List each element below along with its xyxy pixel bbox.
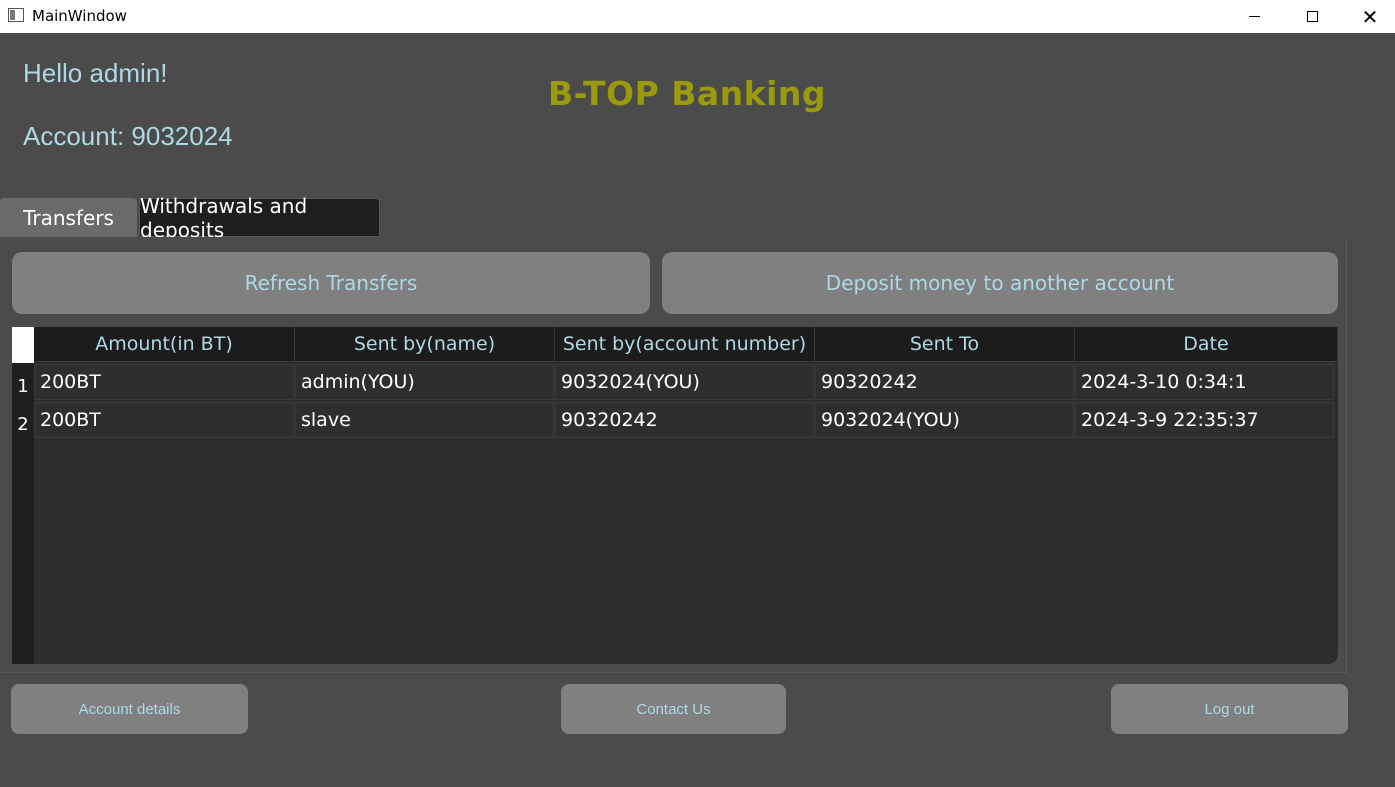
table-cell[interactable]: 2024-3-10 0:34:1 bbox=[1075, 364, 1334, 400]
close-icon: ✕ bbox=[1361, 4, 1379, 29]
table-cell[interactable]: admin(YOU) bbox=[295, 364, 554, 400]
table-corner-button[interactable] bbox=[12, 327, 34, 363]
table-cell[interactable]: 90320242 bbox=[815, 364, 1074, 400]
account-label: Account: 9032024 bbox=[23, 121, 233, 151]
tab-transfers[interactable]: Transfers bbox=[0, 198, 137, 237]
row-number[interactable]: 1 bbox=[12, 364, 34, 400]
table-cell[interactable]: 9032024(YOU) bbox=[555, 364, 814, 400]
window-app-icon bbox=[8, 8, 24, 22]
log-out-button[interactable]: Log out bbox=[1111, 684, 1348, 734]
refresh-transfers-button[interactable]: Refresh Transfers bbox=[12, 252, 650, 314]
close-button[interactable]: ✕ bbox=[1341, 0, 1395, 33]
row-number[interactable]: 2 bbox=[12, 402, 34, 438]
column-header-sent-by-account[interactable]: Sent by(account number) bbox=[555, 327, 815, 362]
table-cell[interactable]: slave bbox=[295, 402, 554, 438]
greeting-label: Hello admin! bbox=[23, 58, 168, 88]
minimize-button[interactable] bbox=[1225, 0, 1283, 33]
contact-us-button[interactable]: Contact Us bbox=[561, 684, 786, 734]
minimize-icon bbox=[1248, 16, 1260, 17]
brand-title: B-TOP Banking bbox=[548, 74, 827, 113]
column-header-sent-by-name[interactable]: Sent by(name) bbox=[295, 327, 555, 362]
account-details-button[interactable]: Account details bbox=[11, 684, 248, 734]
column-header-date[interactable]: Date bbox=[1075, 327, 1338, 362]
window-title: MainWindow bbox=[32, 7, 127, 25]
maximize-icon bbox=[1306, 11, 1318, 22]
table-cell[interactable]: 9032024(YOU) bbox=[815, 402, 1074, 438]
table-cell[interactable]: 90320242 bbox=[555, 402, 814, 438]
column-header-amount[interactable]: Amount(in BT) bbox=[34, 327, 295, 362]
table-cell[interactable]: 200BT bbox=[34, 364, 294, 400]
title-bar: MainWindow ✕ bbox=[0, 0, 1395, 33]
deposit-money-button[interactable]: Deposit money to another account bbox=[662, 252, 1338, 314]
table-cell[interactable]: 200BT bbox=[34, 402, 294, 438]
maximize-button[interactable] bbox=[1283, 0, 1341, 33]
column-header-sent-to[interactable]: Sent To bbox=[815, 327, 1075, 362]
tab-withdrawals-and-deposits[interactable]: Withdrawals and deposits bbox=[139, 194, 380, 242]
table-cell[interactable]: 2024-3-9 22:35:37 bbox=[1075, 402, 1334, 438]
transfers-table[interactable]: Amount(in BT) Sent by(name) Sent by(acco… bbox=[12, 327, 1338, 664]
